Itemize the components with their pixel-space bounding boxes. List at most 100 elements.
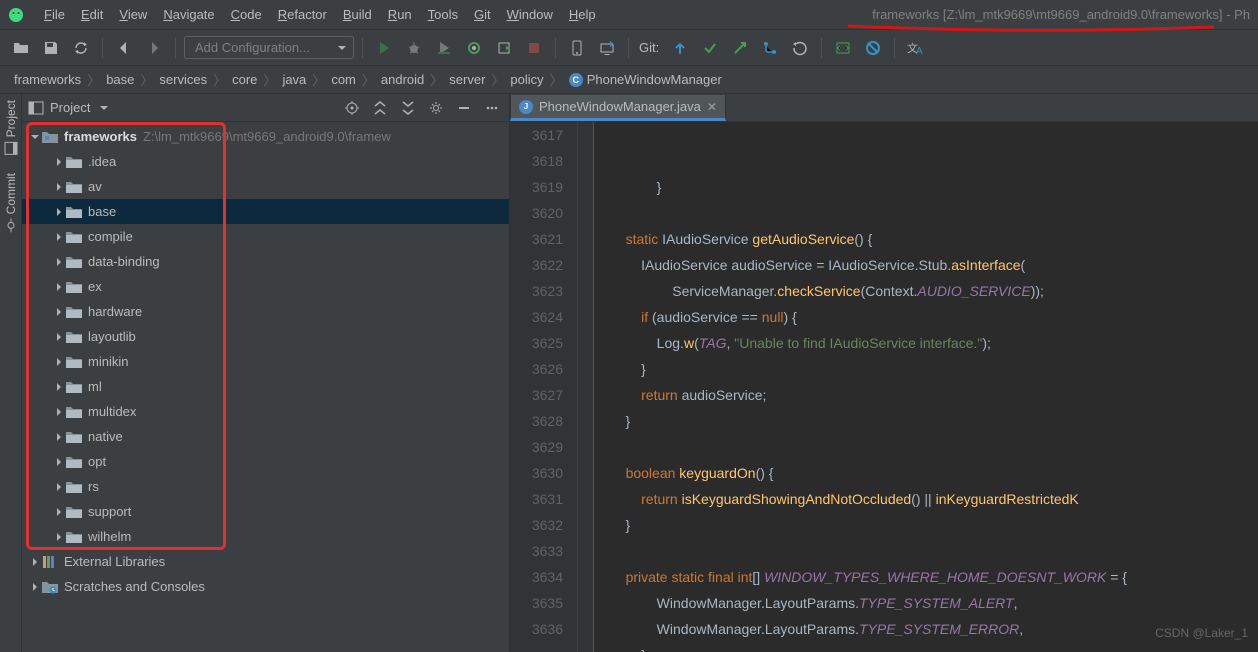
project-view-selector[interactable]: Project	[50, 100, 108, 115]
avd-manager-button[interactable]	[564, 35, 590, 61]
git-rollback-button[interactable]	[787, 35, 813, 61]
line-number[interactable]: 3623	[514, 278, 563, 304]
breadcrumb-item[interactable]: core	[228, 72, 261, 87]
fold-strip[interactable]	[578, 122, 594, 652]
code-line[interactable]	[610, 434, 1258, 460]
panel-actions-button[interactable]	[481, 97, 503, 119]
select-opened-file-button[interactable]	[341, 97, 363, 119]
code-line[interactable]: }	[610, 408, 1258, 434]
menu-navigate[interactable]: Navigate	[155, 7, 222, 22]
offline-mode-button[interactable]	[860, 35, 886, 61]
line-number[interactable]: 3620	[514, 200, 563, 226]
tree-item[interactable]: ex	[22, 274, 509, 299]
stop-button[interactable]	[521, 35, 547, 61]
menu-git[interactable]: Git	[466, 7, 499, 22]
profile-button[interactable]	[461, 35, 487, 61]
editor-tab[interactable]: J PhoneWindowManager.java ✕	[510, 95, 726, 121]
collapse-all-button[interactable]	[397, 97, 419, 119]
menu-run[interactable]: Run	[380, 7, 420, 22]
code-line[interactable]: ServiceManager.checkService(Context.AUDI…	[610, 278, 1258, 304]
line-number[interactable]: 3626	[514, 356, 563, 382]
hide-panel-button[interactable]	[453, 97, 475, 119]
menu-build[interactable]: Build	[335, 7, 380, 22]
line-number[interactable]: 3634	[514, 564, 563, 590]
menu-help[interactable]: Help	[561, 7, 604, 22]
menu-view[interactable]: View	[111, 7, 155, 22]
line-number[interactable]: 3618	[514, 148, 563, 174]
menu-code[interactable]: Code	[223, 7, 270, 22]
breadcrumb-item[interactable]: policy	[506, 72, 547, 87]
expand-all-button[interactable]	[369, 97, 391, 119]
tree-item[interactable]: av	[22, 174, 509, 199]
git-history-button[interactable]	[757, 35, 783, 61]
line-number[interactable]: 3627	[514, 382, 563, 408]
breadcrumb-item[interactable]: java	[278, 72, 310, 87]
line-number[interactable]: 3619	[514, 174, 563, 200]
code-line[interactable]: WindowManager.LayoutParams.TYPE_SYSTEM_A…	[610, 590, 1258, 616]
tree-scratches[interactable]: Scratches and Consoles	[22, 574, 509, 599]
tree-item[interactable]: data-binding	[22, 249, 509, 274]
code-area[interactable]: 3617361836193620362136223623362436253626…	[510, 122, 1258, 652]
menu-edit[interactable]: Edit	[73, 7, 111, 22]
tree-item[interactable]: .idea	[22, 149, 509, 174]
tree-item[interactable]: multidex	[22, 399, 509, 424]
code-line[interactable]: return isKeyguardShowingAndNotOccluded()…	[610, 486, 1258, 512]
open-button[interactable]	[8, 35, 34, 61]
git-push-button[interactable]	[727, 35, 753, 61]
tree-item[interactable]: support	[22, 499, 509, 524]
project-tool-button[interactable]: Project	[4, 100, 18, 155]
tree-item[interactable]: ml	[22, 374, 509, 399]
run-config-combo[interactable]: Add Configuration...	[184, 36, 354, 59]
menu-window[interactable]: Window	[499, 7, 561, 22]
code-line[interactable]: static IAudioService getAudioService() {	[610, 226, 1258, 252]
back-button[interactable]	[111, 35, 137, 61]
sync-button[interactable]	[68, 35, 94, 61]
git-commit-button[interactable]	[697, 35, 723, 61]
code-line[interactable]: if (audioService == null) {	[610, 304, 1258, 330]
line-number[interactable]: 3629	[514, 434, 563, 460]
breadcrumb-item[interactable]: services	[155, 72, 211, 87]
menu-tools[interactable]: Tools	[420, 7, 466, 22]
breadcrumb-item[interactable]: base	[102, 72, 138, 87]
code-line[interactable]: return audioService;	[610, 382, 1258, 408]
breadcrumb-item[interactable]: frameworks	[10, 72, 85, 87]
coverage-button[interactable]	[431, 35, 457, 61]
sdk-manager-button[interactable]	[594, 35, 620, 61]
breadcrumb-item[interactable]: com	[327, 72, 360, 87]
save-all-button[interactable]	[38, 35, 64, 61]
breadcrumb-item[interactable]: server	[445, 72, 489, 87]
tree-item[interactable]: hardware	[22, 299, 509, 324]
tree-item[interactable]: base	[22, 199, 509, 224]
line-number[interactable]: 3625	[514, 330, 563, 356]
code-line[interactable]: }	[610, 512, 1258, 538]
project-tree[interactable]: frameworksZ:\lm_mtk9669\mt9669_android9.…	[22, 122, 509, 652]
line-number[interactable]: 3635	[514, 590, 563, 616]
line-number[interactable]: 3624	[514, 304, 563, 330]
line-number[interactable]: 3632	[514, 512, 563, 538]
forward-button[interactable]	[141, 35, 167, 61]
tree-item[interactable]: native	[22, 424, 509, 449]
tree-item[interactable]: compile	[22, 224, 509, 249]
git-update-button[interactable]	[667, 35, 693, 61]
line-number[interactable]: 3621	[514, 226, 563, 252]
tree-item[interactable]: wilhelm	[22, 524, 509, 549]
code-content[interactable]: } static IAudioService getAudioService()…	[594, 122, 1258, 652]
breadcrumb-item[interactable]: android	[377, 72, 428, 87]
tree-root[interactable]: frameworksZ:\lm_mtk9669\mt9669_android9.…	[22, 124, 509, 149]
code-line[interactable]: private static final int[] WINDOW_TYPES_…	[610, 564, 1258, 590]
panel-settings-button[interactable]	[425, 97, 447, 119]
code-line[interactable]: IAudioService audioService = IAudioServi…	[610, 252, 1258, 278]
tree-item[interactable]: opt	[22, 449, 509, 474]
line-number[interactable]: 3636	[514, 616, 563, 642]
line-number[interactable]: 3628	[514, 408, 563, 434]
menu-file[interactable]: File	[36, 7, 73, 22]
tree-external-libraries[interactable]: External Libraries	[22, 549, 509, 574]
attach-debugger-button[interactable]	[491, 35, 517, 61]
run-button[interactable]	[371, 35, 397, 61]
tree-item[interactable]: rs	[22, 474, 509, 499]
tree-item[interactable]: minikin	[22, 349, 509, 374]
code-line[interactable]	[610, 200, 1258, 226]
line-number[interactable]: 3630	[514, 460, 563, 486]
code-line[interactable]	[610, 538, 1258, 564]
code-with-me-button[interactable]	[830, 35, 856, 61]
